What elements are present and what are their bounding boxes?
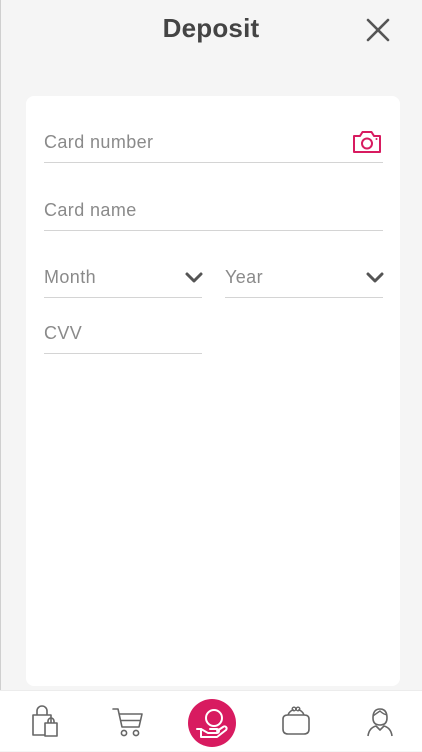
left-edge-divider (0, 0, 1, 750)
shopping-bag-icon (32, 705, 58, 737)
card-number-field[interactable]: Card number (44, 126, 383, 163)
scan-card-button[interactable] (351, 129, 383, 155)
nav-cart-button[interactable] (110, 703, 146, 739)
chevron-down-icon (184, 271, 204, 285)
card-form-panel: Card number Card name Month Year CVV (26, 96, 400, 686)
chevron-down-icon (365, 271, 385, 285)
month-placeholder: Month (44, 267, 97, 287)
year-placeholder: Year (225, 267, 263, 287)
page-title: Deposit (162, 13, 260, 43)
close-button[interactable] (362, 14, 394, 46)
cart-icon (112, 708, 143, 737)
card-name-field[interactable]: Card name (44, 194, 383, 231)
card-name-placeholder: Card name (44, 200, 137, 220)
cvv-placeholder: CVV (44, 323, 83, 343)
nav-shop-button[interactable] (26, 703, 62, 739)
year-select[interactable]: Year (225, 261, 385, 298)
month-select[interactable]: Month (44, 261, 204, 298)
nav-deposit-button[interactable] (188, 699, 236, 747)
deposit-hand-coin-icon (196, 709, 228, 738)
nav-wallet-button[interactable] (278, 703, 314, 739)
bottom-nav (0, 690, 422, 751)
header: Deposit (0, 0, 422, 62)
camera-icon (353, 131, 381, 153)
cvv-field[interactable]: CVV (44, 317, 202, 354)
nav-profile-button[interactable] (362, 703, 398, 739)
close-icon (366, 18, 390, 42)
card-number-placeholder: Card number (44, 132, 154, 152)
wallet-purse-icon (282, 706, 310, 735)
profile-avatar-icon (367, 708, 393, 737)
